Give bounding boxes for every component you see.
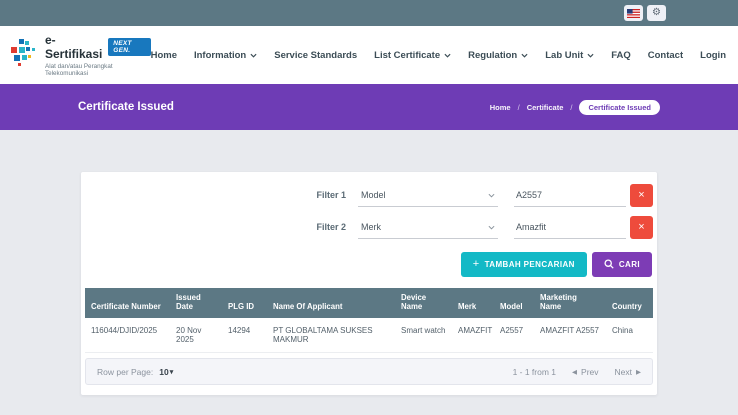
cell-merk: AMAZFIT bbox=[452, 318, 494, 353]
col-merk: Merk bbox=[452, 288, 494, 318]
prev-arrow-icon: ◀ bbox=[572, 368, 577, 376]
nav-faq[interactable]: FAQ bbox=[611, 50, 631, 61]
filter-1-value-input[interactable] bbox=[514, 187, 626, 207]
page-title: Certificate Issued bbox=[78, 101, 174, 113]
cell-plg-id: 14294 bbox=[222, 318, 267, 353]
nav-lab-unit[interactable]: Lab Unit bbox=[545, 50, 594, 61]
certificates-table: Certificate Number Issued Date PLG ID Na… bbox=[85, 288, 653, 353]
caret-down-icon: ▾ bbox=[170, 368, 174, 376]
brand-logo-icon bbox=[10, 39, 38, 72]
top-utility-bar: ⚙ bbox=[0, 0, 738, 26]
chevron-down-icon bbox=[488, 225, 495, 230]
close-icon: × bbox=[638, 189, 644, 201]
page-banner: Certificate Issued Home / Certificate / … bbox=[0, 84, 738, 130]
table-row: 116044/DJID/2025 20 Nov 2025 14294 PT GL… bbox=[85, 318, 653, 353]
col-marketing-name: Marketing Name bbox=[534, 288, 606, 318]
filter-actions: + TAMBAH PENCARIAN CARI bbox=[85, 252, 652, 277]
nav-contact[interactable]: Contact bbox=[648, 50, 683, 61]
brand-text: e-Sertifikasi NEXT GEN. Alat dan/atau Pe… bbox=[45, 33, 151, 77]
cell-certificate-number: 116044/DJID/2025 bbox=[85, 318, 170, 353]
breadcrumb-separator: / bbox=[518, 103, 520, 112]
chevron-down-icon bbox=[250, 53, 257, 58]
brand-name: e-Sertifikasi bbox=[45, 33, 103, 61]
next-page-button[interactable]: Next ▶ bbox=[615, 367, 641, 377]
cell-model: A2557 bbox=[494, 318, 534, 353]
col-plg-id: PLG ID bbox=[222, 288, 267, 318]
nav-information[interactable]: Information bbox=[194, 50, 257, 61]
certificate-card: Filter 1 Model × Filter 2 Merk × bbox=[81, 172, 657, 395]
brand[interactable]: e-Sertifikasi NEXT GEN. Alat dan/atau Pe… bbox=[10, 33, 151, 77]
settings-button[interactable]: ⚙ bbox=[647, 5, 666, 21]
prev-page-button[interactable]: ◀ Prev bbox=[572, 367, 598, 377]
chevron-down-icon bbox=[521, 53, 528, 58]
nav-list-certificate[interactable]: List Certificate bbox=[374, 50, 451, 61]
col-device-name: Device Name bbox=[395, 288, 452, 318]
navbar: e-Sertifikasi NEXT GEN. Alat dan/atau Pe… bbox=[0, 26, 738, 84]
cell-applicant: PT GLOBALTAMA SUKSES MAKMUR bbox=[267, 318, 395, 353]
nav-home[interactable]: Home bbox=[151, 50, 177, 61]
next-arrow-icon: ▶ bbox=[636, 368, 641, 376]
col-applicant: Name Of Applicant bbox=[267, 288, 395, 318]
breadcrumb-certificate[interactable]: Certificate bbox=[527, 103, 564, 112]
col-certificate-number: Certificate Number bbox=[85, 288, 170, 318]
breadcrumb-home[interactable]: Home bbox=[490, 103, 511, 112]
rows-per-page-select[interactable]: 10 ▾ bbox=[159, 367, 173, 377]
filter-1-label: Filter 1 bbox=[316, 190, 346, 200]
filter-2-value-input[interactable] bbox=[514, 219, 626, 239]
filter-row-2: Filter 2 Merk × bbox=[85, 216, 653, 239]
add-search-button[interactable]: + TAMBAH PENCARIAN bbox=[461, 252, 587, 277]
filter-2-remove-button[interactable]: × bbox=[630, 216, 653, 239]
cell-marketing-name: AMAZFIT A2557 bbox=[534, 318, 606, 353]
nav-login[interactable]: Login bbox=[700, 50, 726, 61]
cell-device-name: Smart watch bbox=[395, 318, 452, 353]
main-nav: Home Information Service Standards List … bbox=[151, 50, 726, 61]
plus-icon: + bbox=[473, 259, 480, 270]
col-model: Model bbox=[494, 288, 534, 318]
chevron-down-icon bbox=[444, 53, 451, 58]
cell-issued-date: 20 Nov 2025 bbox=[170, 318, 222, 353]
filter-row-1: Filter 1 Model × bbox=[85, 184, 653, 207]
brand-tagline: Alat dan/atau Perangkat Telekomunikasi bbox=[45, 63, 151, 77]
col-issued-date: Issued Date bbox=[170, 288, 222, 318]
pagination-range: 1 - 1 from 1 bbox=[513, 367, 556, 377]
chevron-down-icon bbox=[488, 193, 495, 198]
us-flag-icon bbox=[627, 6, 640, 21]
content-area: Filter 1 Model × Filter 2 Merk × bbox=[0, 172, 738, 395]
brand-badge: NEXT GEN. bbox=[108, 38, 150, 56]
nav-regulation[interactable]: Regulation bbox=[468, 50, 528, 61]
breadcrumb: Home / Certificate / Certificate Issued bbox=[490, 100, 660, 115]
rows-per-page-label: Row per Page: bbox=[97, 367, 153, 377]
breadcrumb-current: Certificate Issued bbox=[579, 100, 660, 115]
filter-2-field-select[interactable]: Merk bbox=[358, 219, 498, 239]
nav-service-standards[interactable]: Service Standards bbox=[274, 50, 357, 61]
chevron-down-icon bbox=[587, 53, 594, 58]
close-icon: × bbox=[638, 221, 644, 233]
pagination-bar: Row per Page: 10 ▾ 1 - 1 from 1 ◀ Prev N… bbox=[85, 358, 653, 385]
filter-1-remove-button[interactable]: × bbox=[630, 184, 653, 207]
cell-country: China bbox=[606, 318, 653, 353]
table-header: Certificate Number Issued Date PLG ID Na… bbox=[85, 288, 653, 318]
filter-1-field-select[interactable]: Model bbox=[358, 187, 498, 207]
page: ⚙ e-Sertifik bbox=[0, 0, 738, 415]
gear-icon: ⚙ bbox=[652, 8, 661, 18]
filter-2-label: Filter 2 bbox=[316, 222, 346, 232]
search-button[interactable]: CARI bbox=[592, 252, 652, 277]
breadcrumb-separator: / bbox=[570, 103, 572, 112]
search-icon bbox=[604, 259, 614, 271]
col-country: Country bbox=[606, 288, 653, 318]
language-flag-button[interactable] bbox=[624, 5, 643, 21]
